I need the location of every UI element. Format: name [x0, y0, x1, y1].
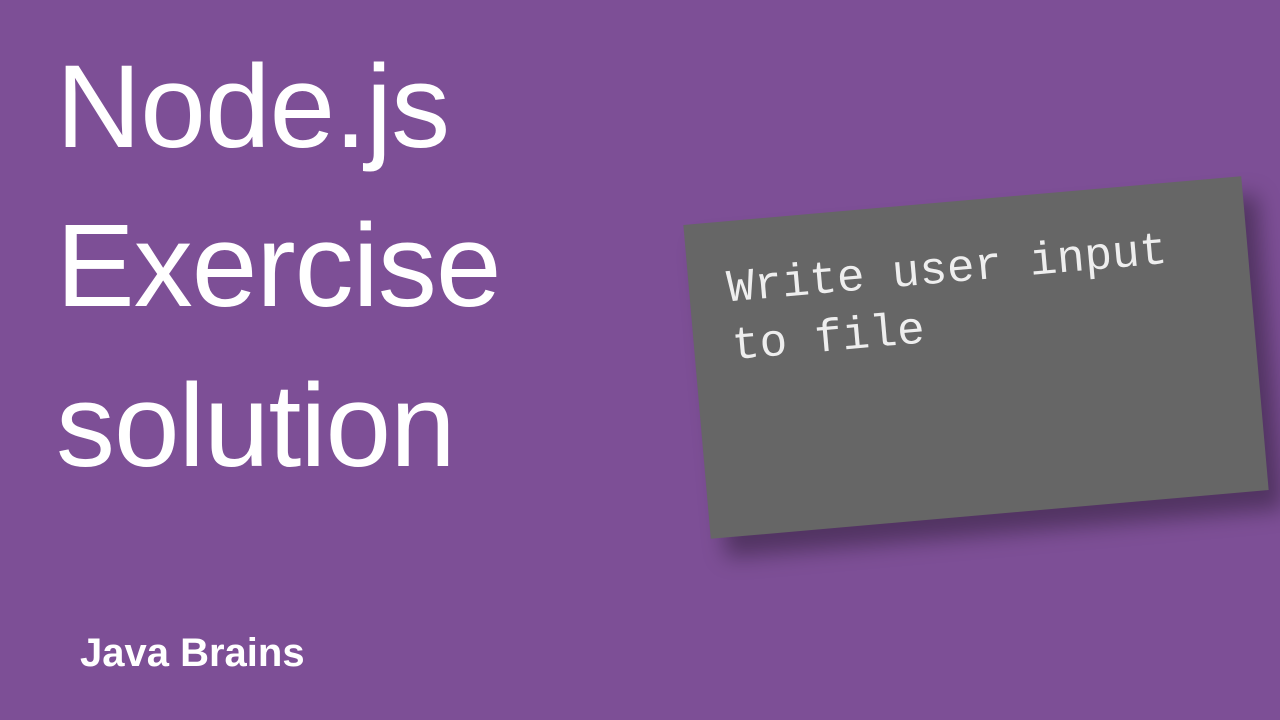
brand-label: Java Brains: [80, 631, 305, 676]
title-line-3: solution: [56, 347, 500, 506]
main-title: Node.js Exercise solution: [56, 28, 500, 506]
title-line-1: Node.js: [56, 28, 500, 187]
title-line-2: Exercise: [56, 187, 500, 346]
exercise-card: Write user input to file: [683, 176, 1268, 539]
